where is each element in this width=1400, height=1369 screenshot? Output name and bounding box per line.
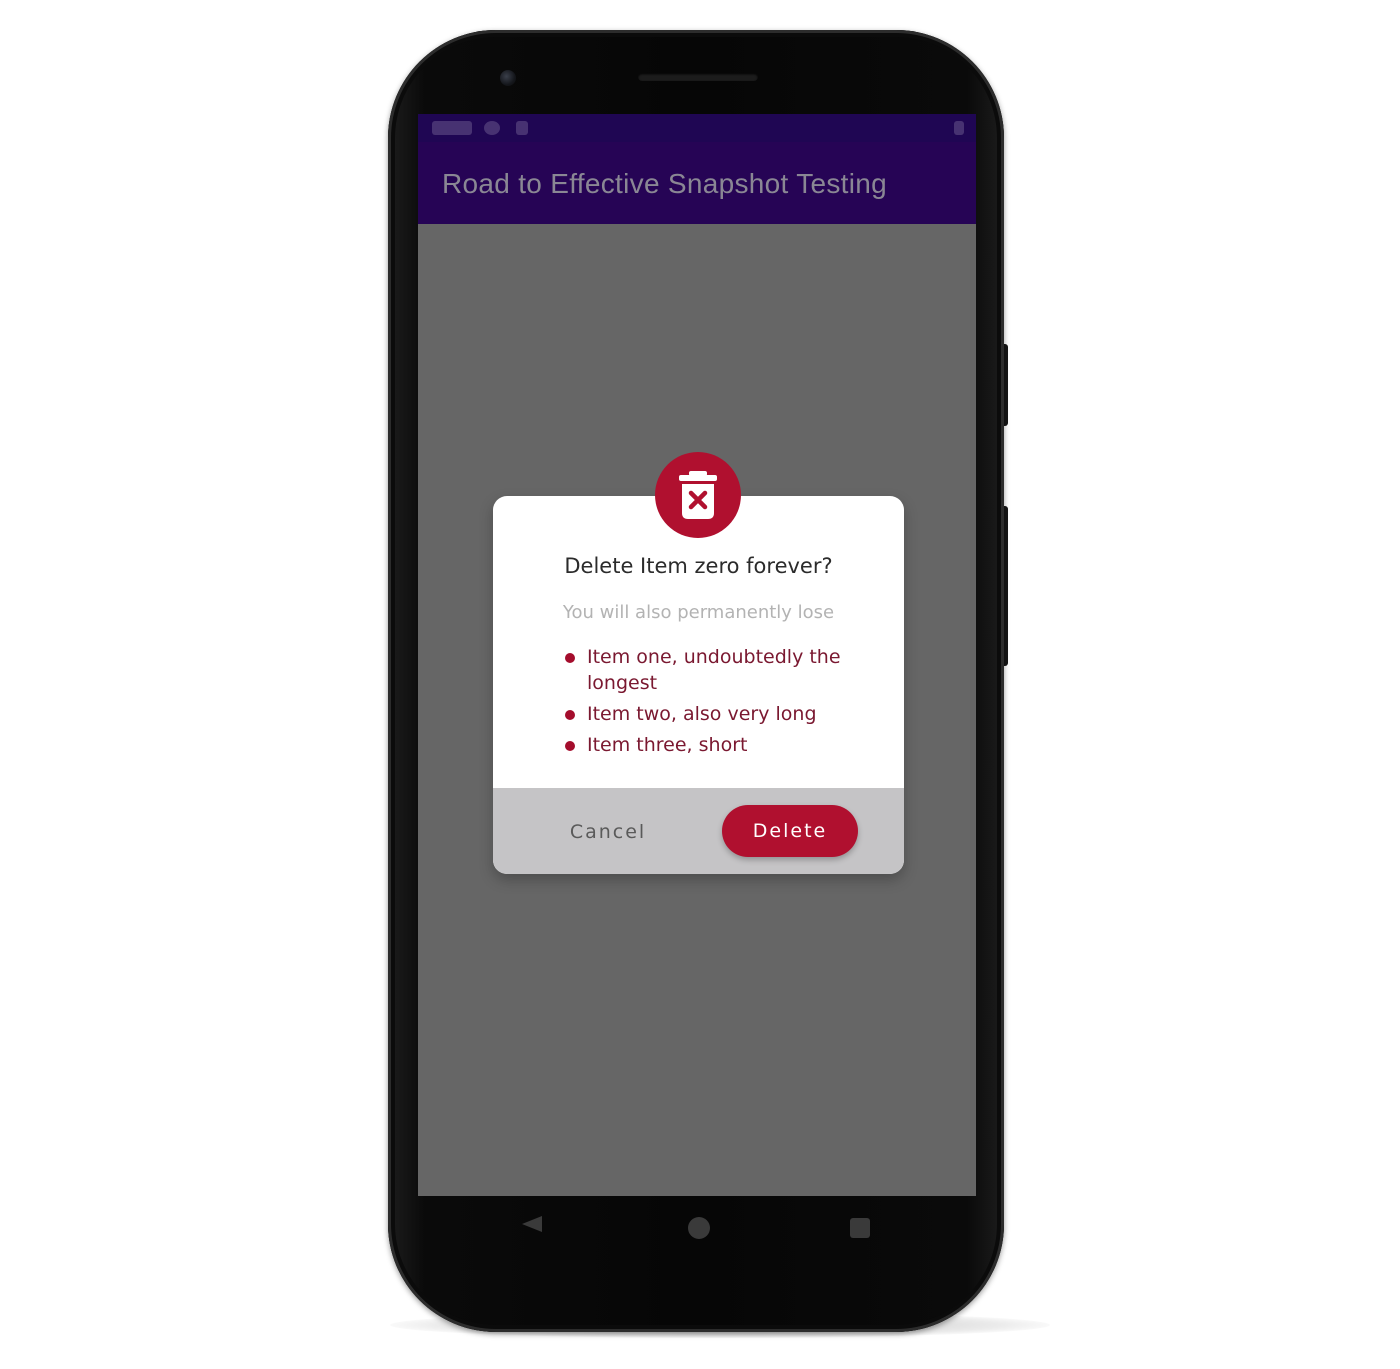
list-item: Item three, short xyxy=(563,732,863,758)
list-item-label: Item two, also very long xyxy=(587,703,817,725)
home-circle-icon[interactable] xyxy=(688,1217,710,1239)
dialog-subtitle: You will also permanently lose xyxy=(562,602,835,623)
dialog-title: Delete Item zero forever? xyxy=(564,554,833,578)
device-mockup: Road to Effective Snapshot Testing Delet… xyxy=(0,0,1400,1369)
dialog-footer: Cancel Delete xyxy=(493,788,904,874)
list-item-label: Item three, short xyxy=(587,734,748,756)
phone-screen: Road to Effective Snapshot Testing Delet… xyxy=(418,114,976,1196)
app-bar: Road to Effective Snapshot Testing xyxy=(418,142,976,224)
front-camera xyxy=(500,70,516,86)
status-bar xyxy=(418,114,976,142)
list-item-label: Item one, undoubtedly the longest xyxy=(587,646,841,694)
lost-items-list: Item one, undoubtedly the longest Item t… xyxy=(563,644,863,763)
battery-icon xyxy=(954,121,964,135)
earpiece-speaker xyxy=(638,73,758,81)
bullet-dot-icon xyxy=(565,710,575,720)
status-time xyxy=(432,121,472,135)
status-notification-icon xyxy=(484,121,500,135)
list-item: Item two, also very long xyxy=(563,701,863,727)
delete-confirmation-dialog: Delete Item zero forever? You will also … xyxy=(493,496,904,874)
status-sim-icon xyxy=(516,121,528,135)
recents-square-icon[interactable] xyxy=(850,1218,870,1238)
cancel-button[interactable]: Cancel xyxy=(553,812,663,852)
trash-delete-icon xyxy=(655,452,741,538)
back-triangle-icon[interactable] xyxy=(522,1216,542,1232)
delete-button[interactable]: Delete xyxy=(722,805,858,857)
bullet-dot-icon xyxy=(565,741,575,751)
bullet-dot-icon xyxy=(565,653,575,663)
list-item: Item one, undoubtedly the longest xyxy=(563,644,863,696)
app-title: Road to Effective Snapshot Testing xyxy=(442,168,888,199)
